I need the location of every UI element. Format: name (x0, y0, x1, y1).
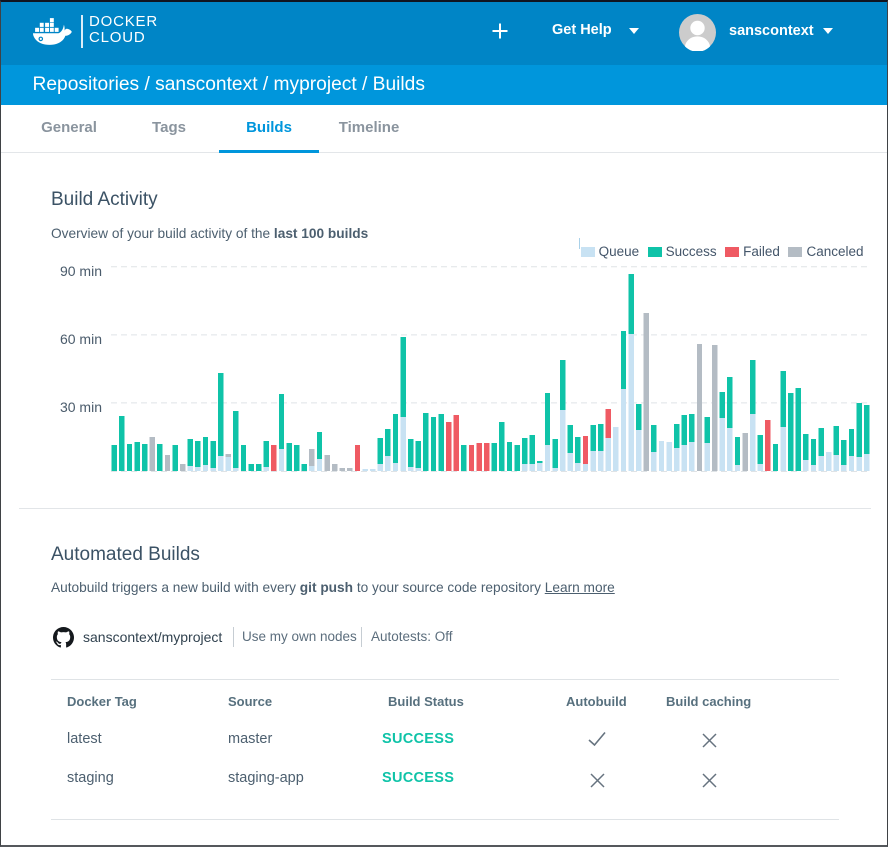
svg-text:30 min: 30 min (60, 399, 102, 415)
svg-text:60 min: 60 min (60, 331, 102, 347)
svg-text:90 min: 90 min (60, 263, 102, 279)
